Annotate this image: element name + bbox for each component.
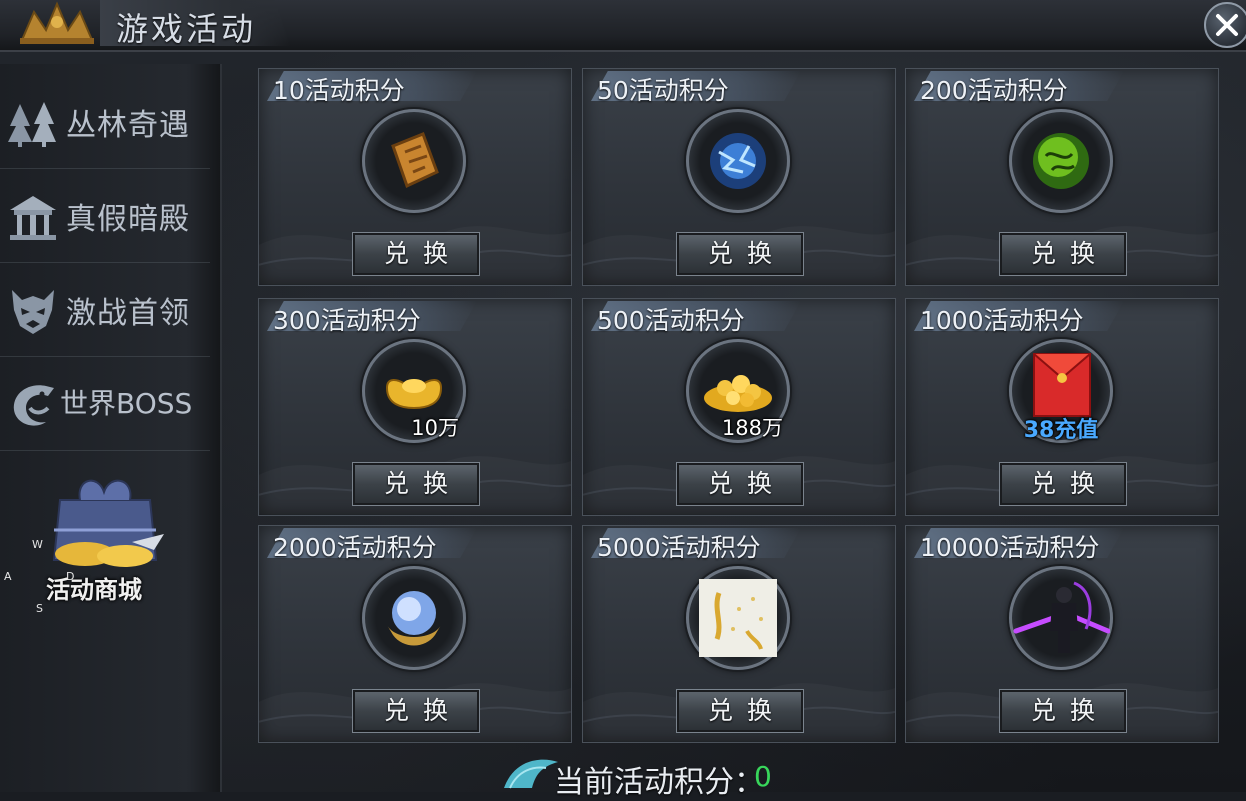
reward-item-slot[interactable] xyxy=(362,109,466,213)
exchange-button[interactable]: 兑换 xyxy=(352,232,480,276)
item-quantity: 10万 xyxy=(411,416,459,440)
reward-item-slot[interactable]: 10万 xyxy=(362,339,466,443)
reward-cost: 5000活动积分 xyxy=(597,533,761,562)
exchange-button[interactable]: 兑换 xyxy=(352,462,480,506)
sidebar-item-label: 真假暗殿 xyxy=(66,202,190,237)
reward-card: 10000活动积分 兑换 xyxy=(905,525,1219,743)
page-title: 游戏活动 xyxy=(116,10,257,48)
title-bar: 游戏活动 xyxy=(0,0,1246,52)
reward-card: 2000活动积分 兑换 xyxy=(258,525,572,743)
reward-cost: 300活动积分 xyxy=(273,306,421,335)
moon-orb-icon xyxy=(387,591,441,646)
reward-card: 50活动积分 兑换 xyxy=(582,68,896,286)
reward-card: 300活动积分 10万 兑换 xyxy=(258,298,572,516)
reward-item-slot[interactable] xyxy=(362,566,466,670)
reward-item-slot[interactable]: 188万 xyxy=(686,339,790,443)
current-points-value: 0 xyxy=(754,760,772,793)
exchange-button[interactable]: 兑换 xyxy=(676,462,804,506)
reward-cost: 200活动积分 xyxy=(920,76,1068,105)
reward-item-slot[interactable] xyxy=(686,109,790,213)
scroll-card-icon xyxy=(699,579,777,657)
token-plaque-icon xyxy=(391,132,439,189)
exchange-button[interactable]: 兑换 xyxy=(999,462,1127,506)
sidebar-item-label: 丛林奇遇 xyxy=(66,108,190,143)
sidebar-item-world-boss[interactable]: 世界BOSS xyxy=(0,358,210,451)
exchange-button[interactable]: 兑换 xyxy=(999,232,1127,276)
key-hint-a: A xyxy=(4,570,12,583)
exchange-button[interactable]: 兑换 xyxy=(999,689,1127,733)
green-orb-icon xyxy=(1033,133,1089,189)
crown-emblem-icon xyxy=(20,1,94,44)
forest-icon xyxy=(8,102,56,147)
sidebar-item-dark-temple[interactable]: 真假暗殿 xyxy=(0,170,210,263)
current-points-label: 当前活动积分： xyxy=(554,765,764,800)
reward-card: 1000活动积分 38充值 兑换 xyxy=(905,298,1219,516)
sidebar: 丛林奇遇 真假暗殿 激战首领 世界BOSS 活动商城 W A D S xyxy=(0,64,222,792)
gift-bundle-icon xyxy=(52,479,164,567)
item-quantity: 188万 xyxy=(721,416,783,440)
reward-cost: 50活动积分 xyxy=(597,76,729,105)
wing-ornament-icon xyxy=(504,759,558,789)
reward-card: 10活动积分 兑换 xyxy=(258,68,572,286)
exchange-button[interactable]: 兑换 xyxy=(676,232,804,276)
reward-card: 200活动积分 兑换 xyxy=(905,68,1219,286)
reward-item-slot[interactable] xyxy=(1009,109,1113,213)
sidebar-item-label: 世界BOSS xyxy=(60,387,193,420)
reward-cost: 500活动积分 xyxy=(597,306,745,335)
sidebar-item-label: 激战首领 xyxy=(66,296,190,331)
lightning-orb-icon xyxy=(710,133,766,189)
reward-card: 500活动积分 188万 兑换 xyxy=(582,298,896,516)
activity-shop-button[interactable]: 活动商城 xyxy=(40,470,170,610)
reward-cost: 10活动积分 xyxy=(273,76,405,105)
reward-item-slot[interactable] xyxy=(1009,566,1113,670)
reward-card: 5000活动积分 兑换 xyxy=(582,525,896,743)
sidebar-item-jungle[interactable]: 丛林奇遇 xyxy=(0,76,210,169)
key-hint-s: S xyxy=(36,602,43,615)
exchange-button[interactable]: 兑换 xyxy=(352,689,480,733)
reward-cost: 1000活动积分 xyxy=(920,306,1084,335)
key-hint-w: W xyxy=(32,538,43,551)
sidebar-item-boss-fight[interactable]: 激战首领 xyxy=(0,264,210,357)
temple-icon xyxy=(10,196,56,240)
reward-cost: 10000活动积分 xyxy=(920,533,1100,562)
exchange-button[interactable]: 兑换 xyxy=(676,689,804,733)
dragon-icon xyxy=(13,385,54,426)
key-hint-d: D xyxy=(66,570,75,583)
dark-warrior-icon xyxy=(1013,581,1110,653)
reward-item-slot[interactable] xyxy=(686,566,790,670)
demon-mask-icon xyxy=(12,290,54,334)
reward-item-slot[interactable]: 38充值 xyxy=(1009,339,1113,443)
close-icon xyxy=(1216,14,1238,36)
close-button[interactable] xyxy=(1204,2,1246,48)
reward-cost: 2000活动积分 xyxy=(273,533,437,562)
activity-shop-label: 活动商城 xyxy=(46,575,142,604)
item-quantity: 38充值 xyxy=(1023,418,1099,443)
